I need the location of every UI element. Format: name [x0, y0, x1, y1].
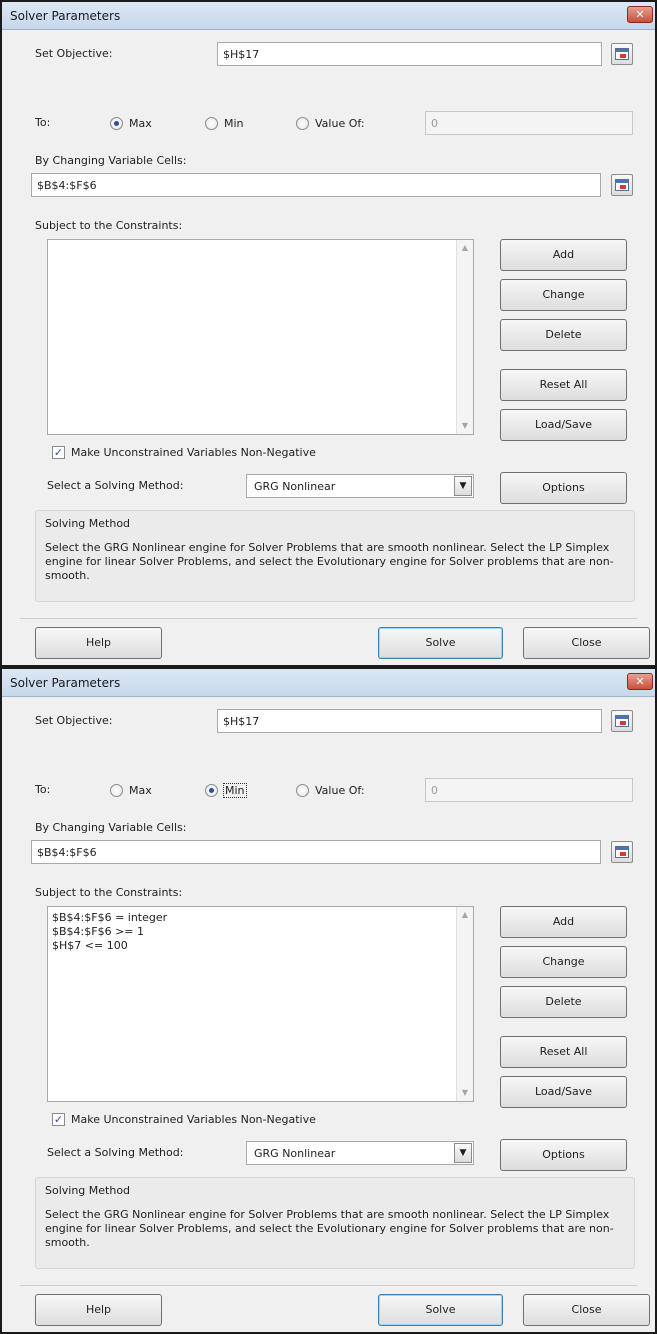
close-icon[interactable]: ✕: [627, 673, 653, 690]
solver-dialog-1: Solver Parameters ✕ Set Objective: To: M…: [0, 0, 657, 667]
solving-method-group-title: Solving Method: [45, 1184, 131, 1197]
delete-button[interactable]: Delete: [500, 986, 627, 1018]
to-label: To:: [35, 116, 51, 129]
constraints-label: Subject to the Constraints:: [35, 219, 183, 232]
radio-dot: [296, 783, 309, 797]
changing-cells-collapse-icon[interactable]: [611, 174, 633, 196]
radio-value-of[interactable]: Value Of:: [296, 115, 365, 131]
scroll-up-icon[interactable]: ▲: [457, 240, 473, 256]
scroll-down-icon[interactable]: ▼: [457, 418, 473, 434]
constraints-scrollbar[interactable]: ▲ ▼: [456, 907, 473, 1101]
set-objective-label: Set Objective:: [35, 47, 113, 60]
range-selector-icon: [615, 179, 629, 191]
close-button[interactable]: Close: [523, 627, 650, 659]
radio-max-label: Max: [129, 783, 152, 797]
solving-method-group: Solving Method Select the GRG Nonlinear …: [35, 510, 635, 602]
title-bar: Solver Parameters ✕: [2, 2, 655, 30]
dropdown-arrow-icon[interactable]: ▼: [454, 476, 472, 496]
close-button[interactable]: Close: [523, 1294, 650, 1326]
radio-min-label: Min: [224, 116, 244, 130]
radio-value-of[interactable]: Value Of:: [296, 782, 365, 798]
non-negative-label: Make Unconstrained Variables Non-Negativ…: [71, 445, 316, 459]
constraint-item[interactable]: $B$4:$F$6 >= 1: [52, 925, 144, 938]
radio-min-label: Min: [223, 782, 247, 798]
reset-all-button[interactable]: Reset All: [500, 369, 627, 401]
radio-min[interactable]: Min: [205, 115, 244, 131]
set-objective-label: Set Objective:: [35, 714, 113, 727]
help-button[interactable]: Help: [35, 1294, 162, 1326]
radio-dot: [110, 783, 123, 797]
load-save-button[interactable]: Load/Save: [500, 1076, 627, 1108]
change-button[interactable]: Change: [500, 946, 627, 978]
non-negative-label: Make Unconstrained Variables Non-Negativ…: [71, 1112, 316, 1126]
help-button[interactable]: Help: [35, 627, 162, 659]
dropdown-arrow-icon[interactable]: ▼: [454, 1143, 472, 1163]
changing-cells-label: By Changing Variable Cells:: [35, 821, 187, 834]
range-selector-icon: [615, 715, 629, 727]
solving-method-select[interactable]: GRG Nonlinear ▼: [246, 1141, 474, 1165]
solve-button[interactable]: Solve: [378, 1294, 503, 1326]
radio-value-of-label: Value Of:: [315, 783, 365, 797]
reset-all-button[interactable]: Reset All: [500, 1036, 627, 1068]
changing-cells-input[interactable]: [31, 840, 601, 864]
constraints-label: Subject to the Constraints:: [35, 886, 183, 899]
solve-button[interactable]: Solve: [378, 627, 503, 659]
changing-cells-label: By Changing Variable Cells:: [35, 154, 187, 167]
solving-method-group: Solving Method Select the GRG Nonlinear …: [35, 1177, 635, 1269]
load-save-button[interactable]: Load/Save: [500, 409, 627, 441]
radio-max[interactable]: Max: [110, 115, 152, 131]
solving-method-select[interactable]: GRG Nonlinear ▼: [246, 474, 474, 498]
set-objective-collapse-icon[interactable]: [611, 43, 633, 65]
solver-dialog-2: Solver Parameters ✕ Set Objective: To: M…: [0, 667, 657, 1334]
solving-method-label: Select a Solving Method:: [47, 1146, 184, 1159]
radio-dot: [110, 116, 123, 130]
radio-dot: [296, 116, 309, 130]
divider: [20, 618, 637, 619]
set-objective-collapse-icon[interactable]: [611, 710, 633, 732]
solving-method-description: Select the GRG Nonlinear engine for Solv…: [45, 541, 614, 582]
solving-method-value: GRG Nonlinear: [254, 480, 336, 493]
set-objective-input[interactable]: [217, 709, 602, 733]
radio-value-of-label: Value Of:: [315, 116, 365, 130]
non-negative-checkbox[interactable]: ✓ Make Unconstrained Variables Non-Negat…: [52, 444, 316, 460]
changing-cells-collapse-icon[interactable]: [611, 841, 633, 863]
constraint-item[interactable]: $B$4:$F$6 = integer: [52, 911, 167, 924]
constraint-item[interactable]: $H$7 <= 100: [52, 939, 128, 952]
solving-method-group-title: Solving Method: [45, 517, 131, 530]
changing-cells-input[interactable]: [31, 173, 601, 197]
checkmark-icon: ✓: [52, 445, 65, 459]
solving-method-value: GRG Nonlinear: [254, 1147, 336, 1160]
to-label: To:: [35, 783, 51, 796]
value-of-input[interactable]: [425, 111, 633, 135]
add-button[interactable]: Add: [500, 239, 627, 271]
scroll-down-icon[interactable]: ▼: [457, 1085, 473, 1101]
delete-button[interactable]: Delete: [500, 319, 627, 351]
radio-dot: [205, 116, 218, 130]
title-bar: Solver Parameters ✕: [2, 669, 655, 697]
dialog-title: Solver Parameters: [10, 676, 121, 690]
non-negative-checkbox[interactable]: ✓ Make Unconstrained Variables Non-Negat…: [52, 1111, 316, 1127]
set-objective-input[interactable]: [217, 42, 602, 66]
constraints-scrollbar[interactable]: ▲ ▼: [456, 240, 473, 434]
radio-dot: [205, 783, 218, 797]
constraints-list[interactable]: ▲ ▼: [47, 239, 474, 435]
radio-max[interactable]: Max: [110, 782, 152, 798]
constraints-list[interactable]: $B$4:$F$6 = integer $B$4:$F$6 >= 1 $H$7 …: [47, 906, 474, 1102]
range-selector-icon: [615, 48, 629, 60]
solving-method-label: Select a Solving Method:: [47, 479, 184, 492]
radio-min[interactable]: Min: [205, 782, 247, 798]
options-button[interactable]: Options: [500, 472, 627, 504]
radio-max-label: Max: [129, 116, 152, 130]
solving-method-description: Select the GRG Nonlinear engine for Solv…: [45, 1208, 614, 1249]
checkmark-icon: ✓: [52, 1112, 65, 1126]
add-button[interactable]: Add: [500, 906, 627, 938]
range-selector-icon: [615, 846, 629, 858]
change-button[interactable]: Change: [500, 279, 627, 311]
close-icon[interactable]: ✕: [627, 6, 653, 23]
options-button[interactable]: Options: [500, 1139, 627, 1171]
divider: [20, 1285, 637, 1286]
scroll-up-icon[interactable]: ▲: [457, 907, 473, 923]
value-of-input[interactable]: [425, 778, 633, 802]
dialog-title: Solver Parameters: [10, 9, 121, 23]
